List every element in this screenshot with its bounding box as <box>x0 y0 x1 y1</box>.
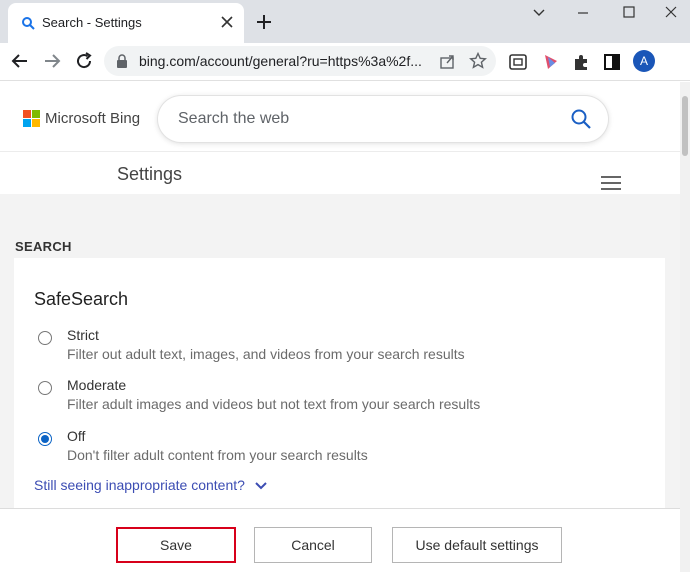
page-scrollbar[interactable] <box>680 82 690 572</box>
option-label: Off <box>67 428 86 444</box>
cancel-button[interactable]: Cancel <box>254 527 372 563</box>
settings-bar: Settings <box>0 152 680 194</box>
minimize-icon[interactable] <box>572 4 594 22</box>
tab-strip: Search - Settings <box>0 0 690 43</box>
radio-off[interactable] <box>38 432 52 446</box>
dropdown-chevron-icon[interactable] <box>528 4 550 22</box>
side-panel-icon[interactable] <box>601 51 623 73</box>
close-tab-icon[interactable] <box>218 13 236 31</box>
still-seeing-link[interactable]: Still seeing inappropriate content? <box>34 477 267 493</box>
bing-brand-text[interactable]: Microsoft Bing <box>45 110 140 127</box>
radio-moderate[interactable] <box>38 381 52 395</box>
chevron-down-icon <box>255 482 267 490</box>
address-bar[interactable]: bing.com/account/general?ru=https%3a%2f.… <box>104 46 496 76</box>
search-input[interactable]: Search the web <box>178 110 289 128</box>
still-seeing-text: Still seeing inappropriate content? <box>34 477 245 493</box>
back-arrow-icon[interactable] <box>9 50 31 72</box>
bookmark-star-icon[interactable] <box>468 51 488 71</box>
option-description: Filter adult images and videos but not t… <box>67 396 481 412</box>
microsoft-logo-icon[interactable] <box>23 110 41 128</box>
tab-title: Search - Settings <box>42 15 142 30</box>
screenshot-extension-icon[interactable] <box>507 51 529 73</box>
search-icon[interactable] <box>570 108 592 130</box>
search-box[interactable]: Search the web <box>158 96 608 142</box>
lock-icon <box>117 54 127 68</box>
page-title: Settings <box>117 164 183 184</box>
hamburger-menu-icon[interactable] <box>601 176 621 190</box>
share-icon[interactable] <box>438 51 458 71</box>
forward-arrow-icon[interactable] <box>41 50 63 72</box>
save-button[interactable]: Save <box>116 527 236 563</box>
bing-header: Microsoft Bing Search the web <box>0 82 680 152</box>
use-default-settings-button[interactable]: Use default settings <box>392 527 562 563</box>
settings-footer: Save Cancel Use default settings <box>0 508 680 572</box>
window-close-icon[interactable] <box>660 4 682 22</box>
card-title: SafeSearch <box>34 289 129 309</box>
browser-tab[interactable]: Search - Settings <box>8 3 244 43</box>
option-label: Strict <box>67 327 99 343</box>
web-page: Microsoft Bing Search the web Settings S… <box>0 82 680 572</box>
scroll-thumb[interactable] <box>682 96 688 156</box>
url-text: bing.com/account/general?ru=https%3a%2f.… <box>139 53 422 69</box>
option-label: Moderate <box>67 377 127 393</box>
option-strict[interactable]: Strict Filter out adult text, images, an… <box>34 327 634 367</box>
reload-icon[interactable] <box>73 50 95 72</box>
section-heading: SEARCH <box>15 239 72 254</box>
radio-strict[interactable] <box>38 331 52 345</box>
maximize-icon[interactable] <box>618 4 640 22</box>
colorful-extension-icon[interactable] <box>540 51 562 73</box>
bing-favicon-icon <box>22 17 35 30</box>
safesearch-card: SafeSearch Strict Filter out adult text,… <box>14 258 665 518</box>
option-off[interactable]: Off Don't filter adult content from your… <box>34 428 634 468</box>
option-description: Filter out adult text, images, and video… <box>67 346 465 362</box>
profile-avatar[interactable]: A <box>633 50 655 72</box>
new-tab-icon[interactable] <box>254 12 274 32</box>
option-description: Don't filter adult content from your sea… <box>67 447 368 463</box>
extensions-puzzle-icon[interactable] <box>570 51 592 73</box>
option-moderate[interactable]: Moderate Filter adult images and videos … <box>34 377 634 417</box>
browser-toolbar: bing.com/account/general?ru=https%3a%2f.… <box>0 43 690 81</box>
